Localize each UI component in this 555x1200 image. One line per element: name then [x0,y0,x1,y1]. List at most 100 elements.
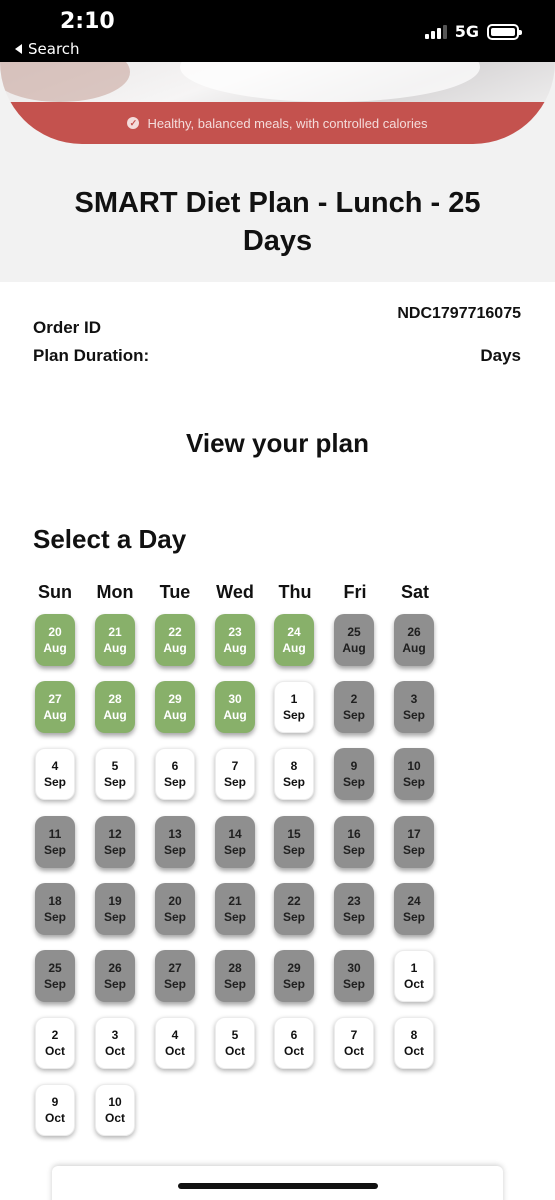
calendar-day[interactable]: 29 Sep [274,950,314,1002]
calendar-day-number: 30 [347,961,361,975]
calendar-day-number: 14 [228,827,242,841]
calendar-day-month: Sep [223,977,246,991]
calendar-day-month: Sep [402,910,425,924]
calendar-day[interactable]: 5 Oct [215,1017,255,1069]
calendar-day-month: Sep [223,775,246,789]
select-day-heading: Select a Day [33,524,187,554]
calendar-day-number: 25 [347,625,361,639]
calendar-day[interactable]: 9 Oct [35,1084,75,1136]
calendar-day[interactable]: 27 Sep [155,950,195,1002]
calendar-day-month: Oct [403,977,424,991]
calendar-day[interactable]: 16 Sep [334,816,374,868]
calendar-day-month: Sep [103,843,126,857]
calendar-day[interactable]: 25 Aug [334,614,374,666]
calendar-day[interactable]: 20 Sep [155,883,195,935]
calendar-day[interactable]: 19 Sep [95,883,135,935]
calendar-day[interactable]: 30 Aug [215,681,255,733]
calendar-day[interactable]: 2 Sep [334,681,374,733]
home-indicator [178,1183,378,1189]
calendar-day-month: Aug [342,641,366,655]
calendar-day-month: Oct [283,1044,304,1058]
calendar-day[interactable]: 24 Sep [394,883,434,935]
calendar-day[interactable]: 21 Aug [95,614,135,666]
calendar-day-number: 22 [168,625,182,639]
view-plan-heading: View your plan [185,428,369,458]
calendar-day[interactable]: 13 Sep [155,816,195,868]
calendar-day-number: 28 [108,692,122,706]
weekday-fri: Fri [343,582,367,602]
calendar-day[interactable]: 25 Sep [35,950,75,1002]
calendar-day-month: Sep [402,775,425,789]
calendar-day[interactable]: 28 Aug [95,681,135,733]
calendar-day-number: 4 [171,1028,179,1042]
calendar-day-month: Sep [163,843,186,857]
calendar-day[interactable]: 30 Sep [334,950,374,1002]
calendar-day[interactable]: 3 Oct [95,1017,135,1069]
calendar-day-month: Sep [223,843,246,857]
back-to-search-link[interactable]: Search [15,40,80,58]
calendar-day[interactable]: 11 Sep [35,816,75,868]
calendar-day-number: 11 [48,827,62,841]
calendar-day-number: 4 [51,759,59,773]
calendar-day[interactable]: 6 Sep [155,748,195,800]
calendar-day[interactable]: 26 Aug [394,614,434,666]
calendar-day[interactable]: 24 Aug [274,614,314,666]
calendar-day[interactable]: 3 Sep [394,681,434,733]
calendar-day[interactable]: 4 Oct [155,1017,195,1069]
calendar-day[interactable]: 7 Oct [334,1017,374,1069]
calendar-day[interactable]: 26 Sep [95,950,135,1002]
calendar-day-number: 8 [410,1028,418,1042]
calendar-day[interactable]: 23 Aug [215,614,255,666]
calendar-day[interactable]: 29 Aug [155,681,195,733]
signal-icon [424,24,447,39]
calendar-day-number: 23 [228,625,242,639]
calendar-day[interactable]: 8 Sep [274,748,314,800]
weekday-sun: Sun [38,582,72,602]
calendar-day-number: 13 [168,827,182,841]
calendar-day-number: 20 [48,625,62,639]
calendar-day[interactable]: 7 Sep [215,748,255,800]
calendar-day[interactable]: 12 Sep [95,816,135,868]
calendar-day[interactable]: 6 Oct [274,1017,314,1069]
calendar-day[interactable]: 18 Sep [35,883,75,935]
calendar-day[interactable]: 2 Oct [35,1017,75,1069]
calendar-day-number: 12 [108,827,122,841]
calendar-day-month: Oct [403,1044,424,1058]
calendar-day[interactable]: 17 Sep [394,816,434,868]
calendar-day[interactable]: 28 Sep [215,950,255,1002]
calendar-day-month: Sep [282,843,305,857]
hero-image: ✓ Healthy, balanced meals, with controll… [0,62,555,144]
calendar-day[interactable]: 5 Sep [95,748,135,800]
calendar-day[interactable]: 10 Oct [95,1084,135,1136]
calendar-day-month: Aug [282,641,306,655]
calendar-day-number: 2 [350,692,358,706]
calendar-day-number: 3 [111,1028,119,1042]
calendar-day[interactable]: 4 Sep [35,748,75,800]
calendar-day-month: Sep [282,977,305,991]
hero-tagline: Healthy, balanced meals, with controlled… [147,115,428,131]
calendar-day-month: Oct [164,1044,185,1058]
calendar-day[interactable]: 22 Sep [274,883,314,935]
calendar-day[interactable]: 8 Oct [394,1017,434,1069]
calendar-day-month: Sep [43,843,66,857]
back-label: Search [28,40,80,58]
calendar-day[interactable]: 23 Sep [334,883,374,935]
calendar-day-month: Sep [402,843,425,857]
calendar-day-number: 2 [51,1028,59,1042]
calendar-day[interactable]: 1 Oct [394,950,434,1002]
calendar-day-month: Sep [103,910,126,924]
calendar-day[interactable]: 21 Sep [215,883,255,935]
calendar-day[interactable]: 15 Sep [274,816,314,868]
calendar-day[interactable]: 27 Aug [35,681,75,733]
calendar-day[interactable]: 20 Aug [35,614,75,666]
calendar-day[interactable]: 14 Sep [215,816,255,868]
plan-duration-label: Plan Duration: [33,346,150,365]
calendar-day[interactable]: 22 Aug [155,614,195,666]
calendar-day-number: 19 [108,894,122,908]
calendar-day[interactable]: 1 Sep [274,681,314,733]
calendar-day-number: 10 [407,759,421,773]
calendar-day[interactable]: 9 Sep [334,748,374,800]
calendar-day[interactable]: 10 Sep [394,748,434,800]
calendar-day-number: 29 [287,961,301,975]
calendar-day-month: Sep [342,708,365,722]
